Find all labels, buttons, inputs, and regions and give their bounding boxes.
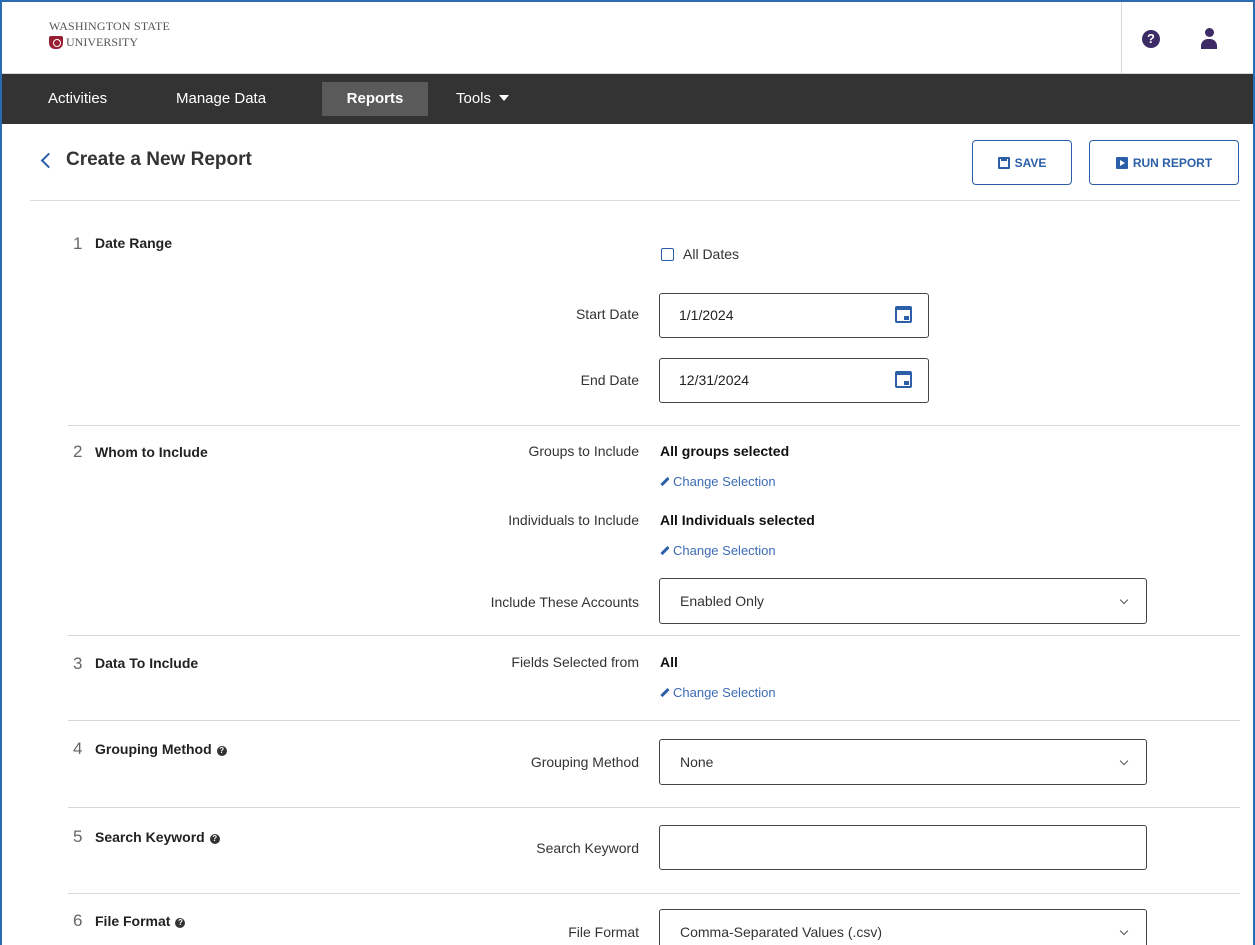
- change-selection-label: Change Selection: [673, 685, 776, 700]
- section-title-search-keyword: Search Keyword?: [95, 829, 220, 845]
- header-divider: [30, 200, 1240, 201]
- search-keyword-title: Search Keyword: [95, 829, 205, 845]
- back-chevron-icon[interactable]: [40, 152, 52, 168]
- grouping-method-label: Grouping Method: [530, 754, 639, 770]
- section-divider: [68, 807, 1240, 808]
- main-nav: Activities Manage Data Reports Tools: [2, 74, 1253, 124]
- change-selection-label: Change Selection: [673, 543, 776, 558]
- start-date-field[interactable]: 1/1/2024: [659, 293, 929, 338]
- end-date-field[interactable]: 12/31/2024: [659, 358, 929, 403]
- all-dates-checkbox[interactable]: [661, 248, 674, 261]
- file-format-title: File Format: [95, 913, 171, 929]
- calendar-icon[interactable]: [895, 306, 912, 323]
- end-date-label: End Date: [580, 372, 639, 388]
- help-circle-icon[interactable]: ?: [209, 834, 220, 844]
- section-title-data-to-include: Data To Include: [95, 655, 199, 671]
- header-actions: ?: [1121, 2, 1253, 74]
- end-date-value: 12/31/2024: [679, 372, 750, 388]
- user-icon[interactable]: [1200, 28, 1218, 49]
- nav-item-activities[interactable]: Activities: [36, 82, 119, 116]
- save-button-label: SAVE: [1014, 155, 1047, 170]
- change-fields-link[interactable]: Change Selection: [660, 685, 776, 700]
- caret-down-icon: [499, 95, 510, 101]
- chevron-down-icon: [1119, 926, 1129, 936]
- calendar-icon[interactable]: [895, 371, 912, 388]
- nav-item-manage-data[interactable]: Manage Data: [164, 82, 278, 116]
- section-divider: [68, 720, 1240, 721]
- save-icon: [997, 156, 1010, 169]
- section-number: 3: [73, 654, 83, 673]
- grouping-method-select[interactable]: None: [659, 739, 1147, 785]
- individuals-to-include-label: Individuals to Include: [508, 512, 639, 528]
- nav-item-tools[interactable]: Tools: [444, 82, 521, 116]
- section-number: 1: [73, 234, 83, 253]
- run-report-button-label: RUN REPORT: [1132, 155, 1213, 170]
- section-title-whom-to-include: Whom to Include: [95, 444, 208, 460]
- run-report-button[interactable]: RUN REPORT: [1089, 140, 1239, 185]
- app-frame: WASHINGTON STATE UNIVERSITY ? Activities…: [0, 0, 1255, 945]
- change-selection-label: Change Selection: [673, 474, 776, 489]
- top-header: WASHINGTON STATE UNIVERSITY ?: [2, 2, 1253, 74]
- file-format-select[interactable]: Comma-Separated Values (.csv): [659, 909, 1147, 945]
- section-number: 4: [73, 739, 83, 758]
- section-number: 6: [73, 911, 83, 930]
- include-accounts-label: Include These Accounts: [490, 594, 639, 610]
- change-individuals-link[interactable]: Change Selection: [660, 543, 776, 558]
- nav-item-tools-label: Tools: [456, 90, 492, 107]
- grouping-method-value: None: [680, 754, 714, 770]
- search-keyword-label: Search Keyword: [536, 840, 639, 856]
- section-title-grouping-method: Grouping Method?: [95, 741, 227, 757]
- grouping-method-title: Grouping Method: [95, 741, 212, 757]
- wsu-logo[interactable]: WASHINGTON STATE UNIVERSITY: [49, 19, 229, 59]
- include-accounts-select[interactable]: Enabled Only: [659, 578, 1147, 624]
- logo-line-1: WASHINGTON STATE: [49, 19, 171, 33]
- chevron-down-icon: [1119, 756, 1129, 766]
- nav-item-reports[interactable]: Reports: [322, 82, 428, 116]
- help-circle-icon[interactable]: ?: [216, 746, 227, 756]
- save-button[interactable]: SAVE: [972, 140, 1072, 185]
- pencil-icon: [660, 687, 670, 698]
- run-report-icon: [1115, 156, 1128, 169]
- section-number: 5: [73, 827, 83, 846]
- section-title-date-range: Date Range: [95, 235, 173, 251]
- start-date-value: 1/1/2024: [679, 307, 734, 323]
- section-number: 2: [73, 442, 83, 461]
- file-format-value: Comma-Separated Values (.csv): [680, 924, 883, 940]
- section-title-file-format: File Format?: [95, 913, 186, 929]
- section-divider: [68, 425, 1240, 426]
- include-accounts-value: Enabled Only: [680, 593, 765, 609]
- section-divider: [68, 893, 1240, 894]
- crest-icon: [49, 36, 63, 49]
- fields-selected-label: Fields Selected from: [511, 654, 639, 670]
- file-format-label: File Format: [568, 924, 639, 940]
- logo-line-2: UNIVERSITY: [66, 35, 138, 49]
- section-divider: [68, 635, 1240, 636]
- fields-value: All: [660, 654, 678, 670]
- help-circle-icon[interactable]: ?: [175, 918, 186, 928]
- help-icon[interactable]: ?: [1142, 30, 1160, 48]
- groups-to-include-label: Groups to Include: [528, 443, 639, 459]
- start-date-label: Start Date: [575, 306, 639, 322]
- pencil-icon: [660, 476, 670, 487]
- groups-value: All groups selected: [660, 443, 790, 459]
- chevron-down-icon: [1119, 595, 1129, 605]
- all-dates-label[interactable]: All Dates: [683, 246, 739, 262]
- change-groups-link[interactable]: Change Selection: [660, 474, 776, 489]
- page-title: Create a New Report: [66, 149, 252, 170]
- search-keyword-input[interactable]: [659, 825, 1147, 870]
- individuals-value: All Individuals selected: [660, 512, 815, 528]
- pencil-icon: [660, 545, 670, 556]
